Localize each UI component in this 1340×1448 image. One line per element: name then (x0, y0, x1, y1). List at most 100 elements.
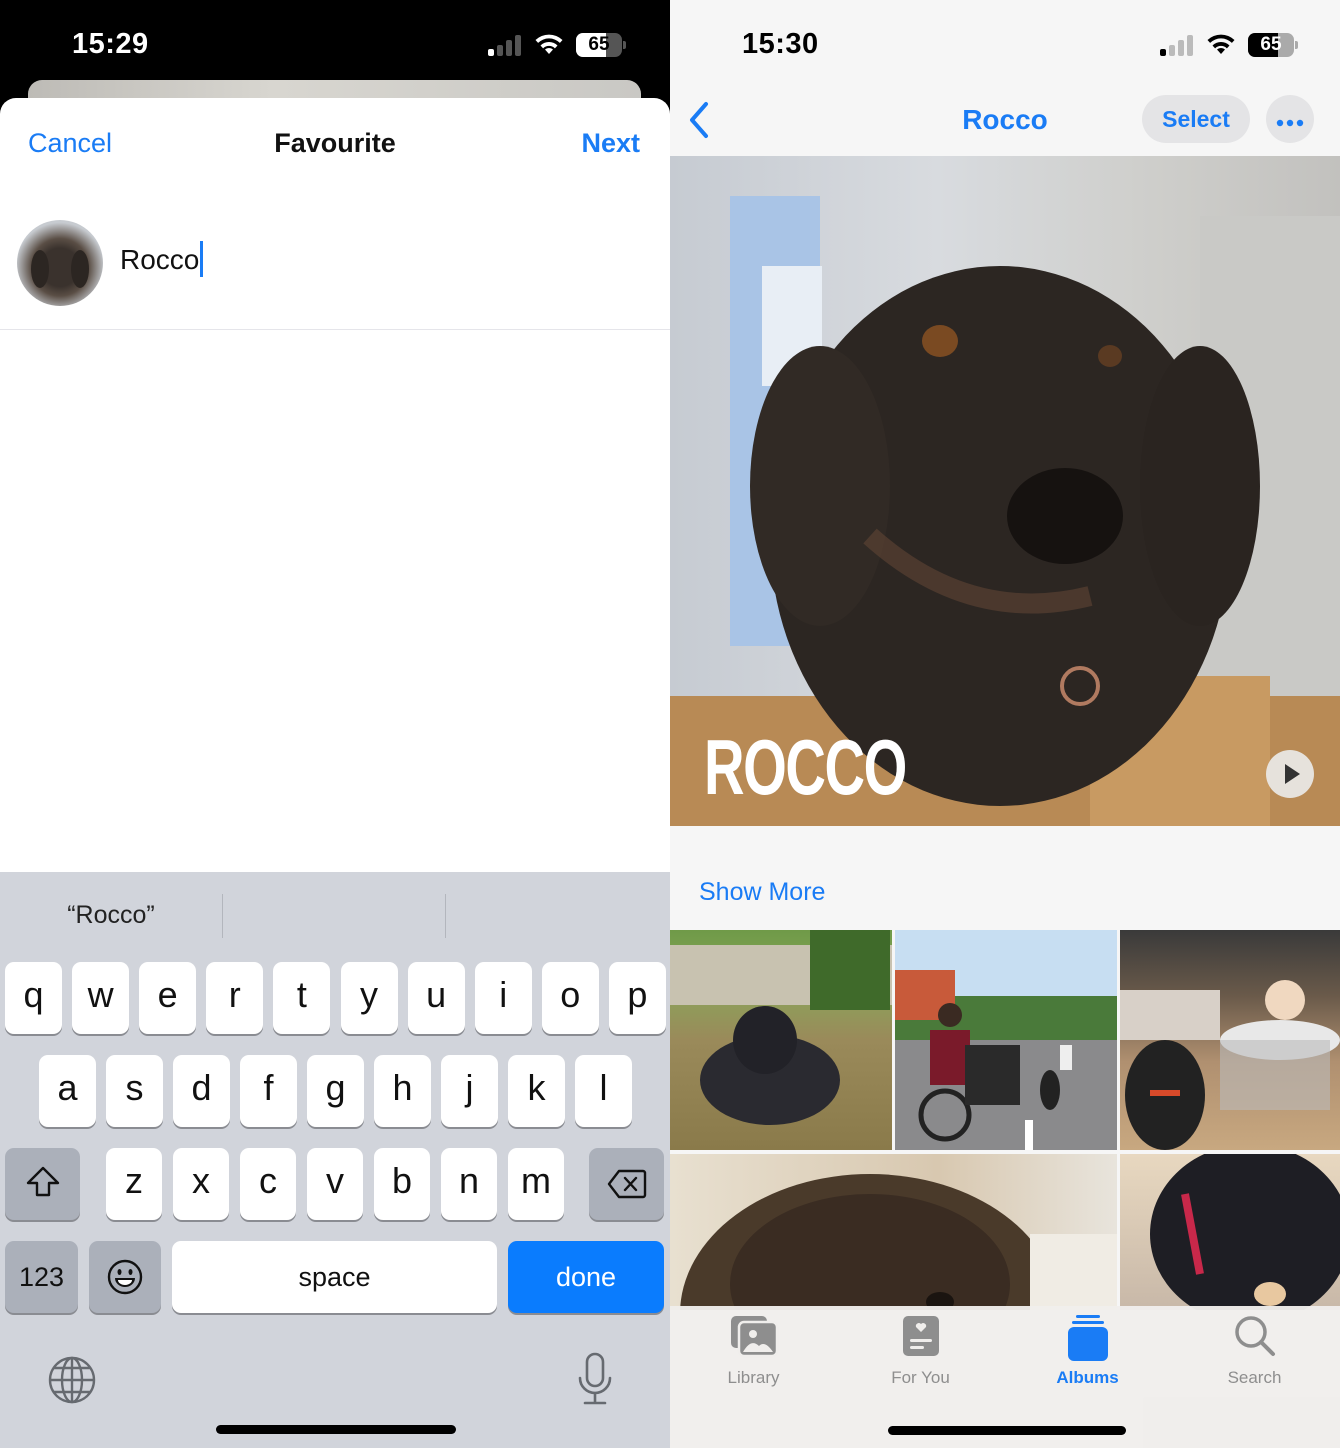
delete-key[interactable] (589, 1148, 664, 1220)
cellular-signal-icon (488, 34, 524, 56)
play-icon (1285, 764, 1300, 784)
wifi-icon (1207, 34, 1235, 54)
name-row: Rocco (0, 208, 670, 330)
key-v[interactable]: v (307, 1148, 363, 1220)
battery-nub (1295, 41, 1298, 49)
key-t[interactable]: t (273, 962, 331, 1034)
key-w[interactable]: w (72, 962, 130, 1034)
key-g[interactable]: g (307, 1055, 364, 1127)
photo-tile[interactable] (670, 930, 892, 1150)
for-you-icon (902, 1316, 939, 1356)
key-h[interactable]: h (374, 1055, 431, 1127)
key-e[interactable]: e (139, 962, 197, 1034)
wifi-icon (535, 34, 563, 54)
photo-dog-red-collar (1150, 1154, 1340, 1310)
key-m[interactable]: m (508, 1148, 564, 1220)
tab-search[interactable]: Search (1171, 1306, 1338, 1406)
next-button[interactable]: Next (581, 128, 640, 159)
tab-label: Albums (1056, 1368, 1119, 1387)
more-button[interactable] (1266, 95, 1314, 143)
key-y[interactable]: y (340, 962, 398, 1034)
status-time: 15:29 (72, 28, 149, 60)
cellular-signal-icon (1160, 34, 1196, 56)
globe-icon[interactable] (48, 1356, 96, 1404)
photo-grid (670, 930, 1340, 1310)
photo-library-icon (730, 1316, 778, 1358)
key-f[interactable]: f (240, 1055, 297, 1127)
photo-tile[interactable] (895, 930, 1117, 1150)
key-a[interactable]: a (39, 1055, 96, 1127)
key-k[interactable]: k (508, 1055, 565, 1127)
battery-icon: 65 (1248, 33, 1294, 57)
key-z[interactable]: z (106, 1148, 162, 1220)
emoji-key[interactable] (89, 1241, 161, 1313)
photo-cargo-bike (895, 970, 1072, 1150)
tab-label: Search (1227, 1368, 1282, 1387)
sheet-title: Favourite (274, 128, 396, 158)
battery-level: 65 (588, 34, 610, 55)
battery-icon: 65 (576, 33, 622, 57)
tab-bar: Library For You Albums Search (670, 1306, 1340, 1448)
tab-for-you[interactable]: For You (837, 1306, 1004, 1406)
tab-label: For You (891, 1368, 950, 1387)
shift-icon (26, 1166, 59, 1197)
albums-icon (1067, 1315, 1108, 1361)
suggestion-3[interactable] (446, 872, 668, 958)
text-caret (200, 240, 204, 277)
search-icon (1234, 1316, 1275, 1356)
key-i[interactable]: i (474, 962, 532, 1034)
select-button[interactable]: Select (1142, 95, 1250, 143)
home-indicator (888, 1426, 1126, 1435)
photo-dog-closeup (680, 1174, 1117, 1310)
key-j[interactable]: j (441, 1055, 498, 1127)
key-q[interactable]: q (5, 962, 62, 1034)
battery-level: 65 (1260, 34, 1282, 55)
hero-memory-photo[interactable]: ROCCO (670, 156, 1340, 826)
tab-label: Library (727, 1368, 780, 1387)
key-d[interactable]: d (173, 1055, 230, 1127)
key-r[interactable]: r (206, 962, 264, 1034)
key-p[interactable]: p (608, 962, 666, 1034)
suggestion-1[interactable]: “Rocco” (0, 872, 222, 958)
key-x[interactable]: x (173, 1148, 229, 1220)
show-more-link[interactable]: Show More (699, 878, 825, 907)
home-indicator (216, 1425, 456, 1434)
key-c[interactable]: c (240, 1148, 296, 1220)
album-nav-bar: Rocco Select (670, 90, 1340, 156)
status-bar: 15:30 65 (670, 0, 1340, 90)
sheet-nav-bar: Cancel Favourite Next (0, 98, 670, 194)
status-bar: 15:29 65 (0, 0, 670, 90)
done-key[interactable]: done (508, 1241, 664, 1313)
status-time: 15:30 (742, 28, 819, 60)
favourite-naming-screen: 15:29 65 Cancel Favourite Next Rocco “Ro… (0, 0, 670, 1448)
microphone-icon[interactable] (577, 1352, 613, 1408)
suggestion-bar: “Rocco” (0, 872, 670, 958)
play-button[interactable] (1266, 750, 1314, 798)
space-key[interactable]: space (172, 1241, 497, 1313)
photo-tile[interactable] (670, 1154, 1117, 1310)
keyboard: “Rocco” qwertyuiop asdfghjkl zxcvbnm 123… (0, 872, 670, 1448)
key-u[interactable]: u (407, 962, 465, 1034)
album-screen: 15:30 65 Rocco Select ROCCO Show More Li… (670, 0, 1340, 1448)
key-b[interactable]: b (374, 1148, 430, 1220)
suggestion-2[interactable] (223, 872, 445, 958)
shift-key[interactable] (5, 1148, 80, 1220)
key-o[interactable]: o (541, 962, 599, 1034)
tab-library[interactable]: Library (670, 1306, 837, 1406)
photo-tile[interactable] (1120, 1154, 1340, 1310)
emoji-icon (107, 1259, 143, 1295)
memory-title: ROCCO (704, 723, 907, 811)
photo-tile[interactable] (1120, 930, 1340, 1150)
name-field-value: Rocco (120, 244, 200, 275)
dog-avatar (17, 220, 103, 306)
key-n[interactable]: n (441, 1148, 497, 1220)
battery-nub (623, 41, 626, 49)
ellipsis-icon (1276, 119, 1304, 127)
numbers-key[interactable]: 123 (5, 1241, 78, 1313)
backspace-icon (607, 1169, 646, 1199)
key-l[interactable]: l (575, 1055, 632, 1127)
tab-albums[interactable]: Albums (1004, 1306, 1171, 1406)
key-s[interactable]: s (106, 1055, 163, 1127)
photo-dog-baby-walker (1120, 980, 1340, 1150)
name-field[interactable]: Rocco (120, 240, 204, 277)
